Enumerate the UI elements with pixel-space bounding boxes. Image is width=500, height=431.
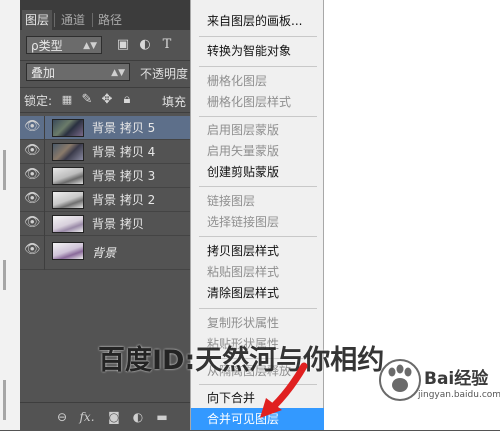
menu-item-artboard-from-layers[interactable]: 来自图层的画板... [191,10,325,32]
chevron-down-icon: ▲▼ [111,68,125,78]
layer-row[interactable]: 👁︎ 背景 拷贝 3 [20,164,190,188]
menu-item-copy-layer-style[interactable]: 拷贝图层样式 [191,240,325,262]
layer-thumbnail [52,191,84,209]
layer-name: 背景 拷贝 2 [92,193,156,207]
image-filter-icon[interactable]: ▣ [116,37,130,53]
link-icon[interactable]: ⊖ [54,409,70,425]
menu-item-clear-layer-style[interactable]: 清除图层样式 [191,282,325,304]
visibility-eye-icon[interactable]: 👁︎ [24,191,41,207]
filter-kind-select[interactable]: ρ类型 ▲▼ [26,36,102,54]
visibility-eye-icon[interactable]: 👁︎ [24,119,41,135]
red-arrow-icon [260,362,308,418]
chevron-down-icon: ▲▼ [83,41,97,51]
layer-row[interactable]: 👁︎ 背景 拷贝 [20,212,190,236]
type-filter-icon[interactable]: T [160,37,174,53]
lock-row: 锁定: ▦ ✎ ✥ 🔒︎ 填充 [20,91,190,109]
adjustment-filter-icon[interactable]: ◐ [138,37,152,53]
menu-item-paste-layer-style[interactable]: 粘贴图层样式 [191,261,325,283]
visibility-eye-icon[interactable]: 👁︎ [24,167,41,183]
lock-position-icon[interactable]: ✥ [100,92,114,108]
layer-name: 背景 拷贝 5 [92,121,156,135]
layer-thumbnail [52,167,84,185]
menu-item-link-layers[interactable]: 链接图层 [191,190,325,212]
filter-kind-value: ρ类型 [31,39,63,53]
menu-item-rasterize-layer-style[interactable]: 栅格化图层样式 [191,91,325,113]
layer-row[interactable]: 👁︎ 背景 拷贝 4 [20,140,190,164]
panel-tabs: 图层 通道 路径 [20,0,190,30]
paw-icon [379,359,421,401]
logo-url: jingyan.baidu.com [418,390,500,400]
menu-item-convert-smart-object[interactable]: 转换为智能对象 [191,40,325,62]
fx-icon[interactable]: fx. [76,409,98,425]
tab-paths[interactable]: 路径 [94,10,126,30]
menu-item-copy-shape-attributes[interactable]: 复制形状属性 [191,312,325,334]
layer-thumbnail [52,242,84,260]
visibility-eye-icon[interactable]: 👁︎ [24,215,41,231]
panel-bottom-bar: ⊖ fx. ◙ ◐ ▬ [20,402,190,431]
blend-mode-select[interactable]: 叠加 ▲▼ [26,63,130,81]
menu-item-rasterize-layer[interactable]: 栅格化图层 [191,70,325,92]
mask-icon[interactable]: ◙ [106,409,122,425]
lock-all-icon[interactable]: 🔒︎ [120,92,134,108]
folder-icon[interactable]: ▬ [154,409,170,425]
tab-channels[interactable]: 通道 [56,10,90,30]
logo-text: Bai经验 [424,369,489,389]
layer-name: 背景 拷贝 4 [92,145,156,159]
layer-row[interactable]: 👁︎ 背景 [20,236,190,270]
layer-row[interactable]: 👁︎ 背景 拷贝 5 [20,116,190,140]
lock-transparency-icon[interactable]: ▦ [60,92,74,108]
menu-item-enable-layer-mask[interactable]: 启用图层蒙版 [191,119,325,141]
blend-mode-value: 叠加 [31,66,56,80]
opacity-label: 不透明度 [140,67,189,81]
baidu-jingyan-logo: Bai经验 jingyan.baidu.com [378,356,500,416]
lock-paint-icon[interactable]: ✎ [80,92,94,108]
visibility-eye-icon[interactable]: 👁︎ [24,143,41,159]
menu-item-create-clipping-mask[interactable]: 创建剪贴蒙版 [191,161,325,183]
menu-item-select-linked-layers[interactable]: 选择链接图层 [191,211,325,233]
blend-row: 叠加 ▲▼ 不透明度 [20,63,190,83]
layer-row[interactable]: 👁︎ 背景 拷贝 2 [20,188,190,212]
watermark-text: 百度ID:天然河与你相约 [98,345,385,376]
visibility-eye-icon[interactable]: 👁︎ [24,242,41,258]
fill-label: 填充 [162,95,187,109]
lock-label: 锁定: [24,94,53,108]
filter-row: ρ类型 ▲▼ ▣ ◐ T [20,36,190,56]
canvas-edge [0,0,20,430]
adjustment-icon[interactable]: ◐ [130,409,146,425]
layer-name: 背景 [92,246,117,260]
layer-thumbnail [52,215,84,233]
layer-name: 背景 拷贝 3 [92,169,156,183]
layer-name: 背景 拷贝 [92,217,144,231]
layer-thumbnail [52,119,84,137]
layer-thumbnail [52,143,84,161]
tab-layers[interactable]: 图层 [22,10,52,30]
menu-item-enable-vector-mask[interactable]: 启用矢量蒙版 [191,140,325,162]
